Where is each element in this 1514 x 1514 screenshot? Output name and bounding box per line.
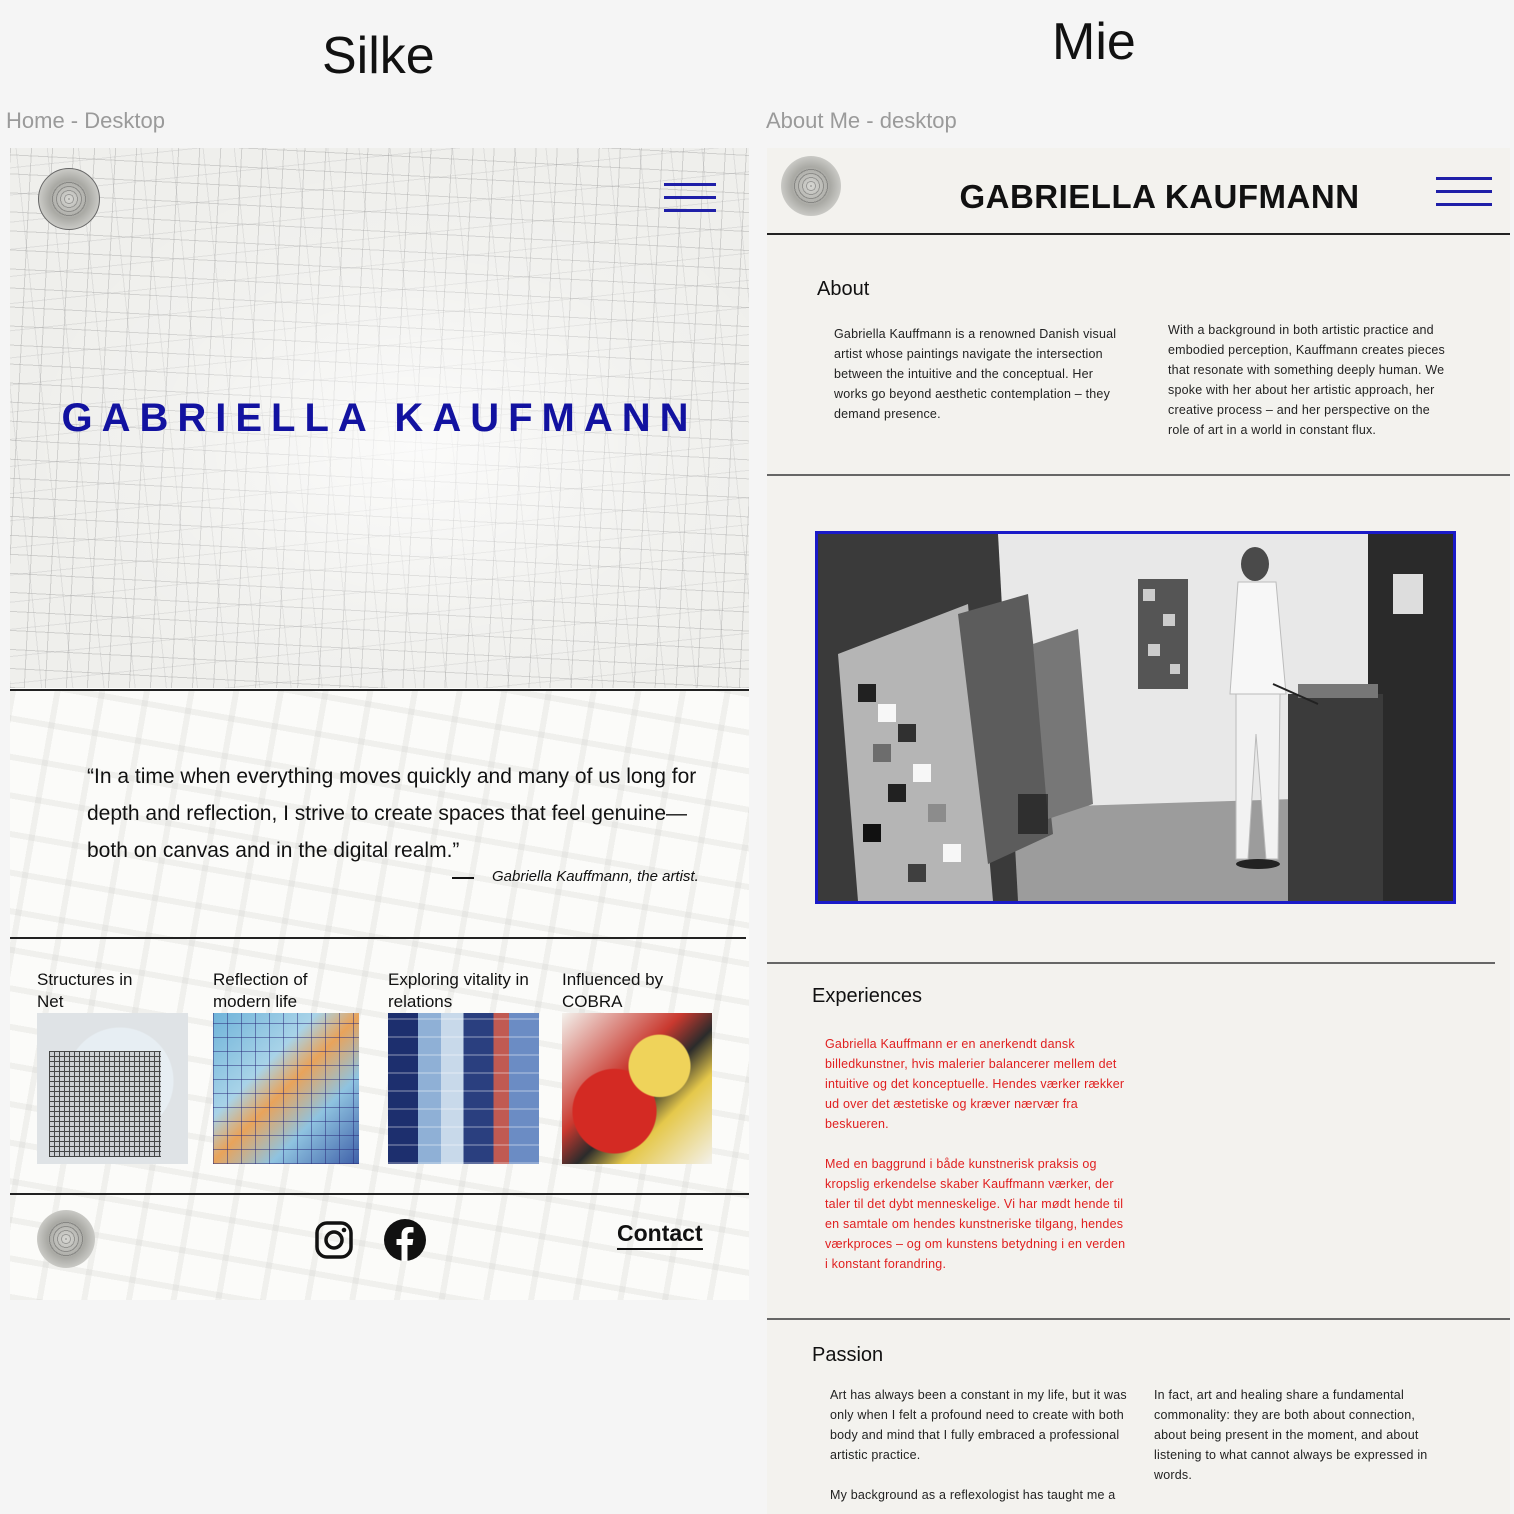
menu-icon[interactable]: [1436, 177, 1492, 216]
experiences-text-p1: Gabriella Kauffmann er en anerkendt dans…: [825, 1037, 1125, 1131]
designer-title-mie: Mie: [1052, 13, 1136, 71]
frame-label-about: About Me - desktop: [766, 108, 957, 133]
menu-icon[interactable]: [664, 183, 716, 222]
divider: [767, 1318, 1510, 1320]
frame-label-home: Home - Desktop: [6, 108, 165, 133]
instagram-icon[interactable]: [313, 1219, 355, 1261]
designer-title-silke: Silke: [322, 27, 435, 85]
studio-photo-illustration: [818, 534, 1453, 901]
artist-studio-photo: [815, 531, 1456, 904]
quote-dash: [452, 877, 474, 879]
work-title: Structures in Net: [37, 970, 133, 1011]
section-title-passion: Passion: [812, 1344, 884, 1366]
about-desktop-frame: GABRIELLA KAUFMANN About Gabriella Kauff…: [767, 148, 1510, 1514]
footer-logo[interactable]: [37, 1210, 95, 1268]
brand-title: GABRIELLA KAUFMANN: [959, 178, 1360, 215]
passion-text-col1-p2: My background as a reflexologist has tau…: [830, 1488, 1116, 1502]
passion-text-col2-p1: In fact, art and healing share a fundame…: [1154, 1388, 1428, 1482]
quote-author: Gabriella Kauffmann, the artist.: [492, 868, 699, 885]
hero-title: GABRIELLA KAUFMANN: [61, 396, 698, 440]
divider: [10, 937, 746, 939]
divider: [767, 962, 1495, 964]
divider: [10, 1193, 749, 1195]
work-title: Reflection of modern life: [213, 970, 308, 1011]
work-title: Exploring vitality in relations: [388, 970, 529, 1011]
experiences-text-p2: Med en baggrund i både kunstnerisk praks…: [825, 1157, 1126, 1271]
artwork-thumbnail-vitality[interactable]: [388, 1013, 539, 1164]
logo[interactable]: [38, 168, 100, 230]
artwork-thumbnail-reflection[interactable]: [213, 1013, 359, 1164]
artwork-thumbnail-cobra[interactable]: [562, 1013, 712, 1164]
logo[interactable]: [781, 156, 841, 216]
work-title: Influenced by COBRA: [562, 970, 664, 1011]
facebook-icon[interactable]: [384, 1219, 426, 1261]
about-text-col1: Gabriella Kauffmann is a renowned Danish…: [834, 327, 1117, 421]
artwork-thumbnail-structures[interactable]: [37, 1013, 188, 1164]
passion-text-col1-p1: Art has always been a constant in my lif…: [830, 1388, 1127, 1462]
artist-quote: “In a time when everything moves quickly…: [87, 765, 697, 862]
home-desktop-frame: GABRIELLA KAUFMANN “In a time when every…: [10, 148, 749, 1300]
divider: [767, 474, 1510, 476]
header-divider: [767, 233, 1510, 235]
about-text-col2: With a background in both artistic pract…: [1168, 323, 1445, 437]
contact-link[interactable]: Contact: [617, 1220, 703, 1250]
divider: [10, 689, 749, 691]
section-title-about: About: [817, 278, 870, 300]
section-title-experiences: Experiences: [812, 985, 923, 1007]
